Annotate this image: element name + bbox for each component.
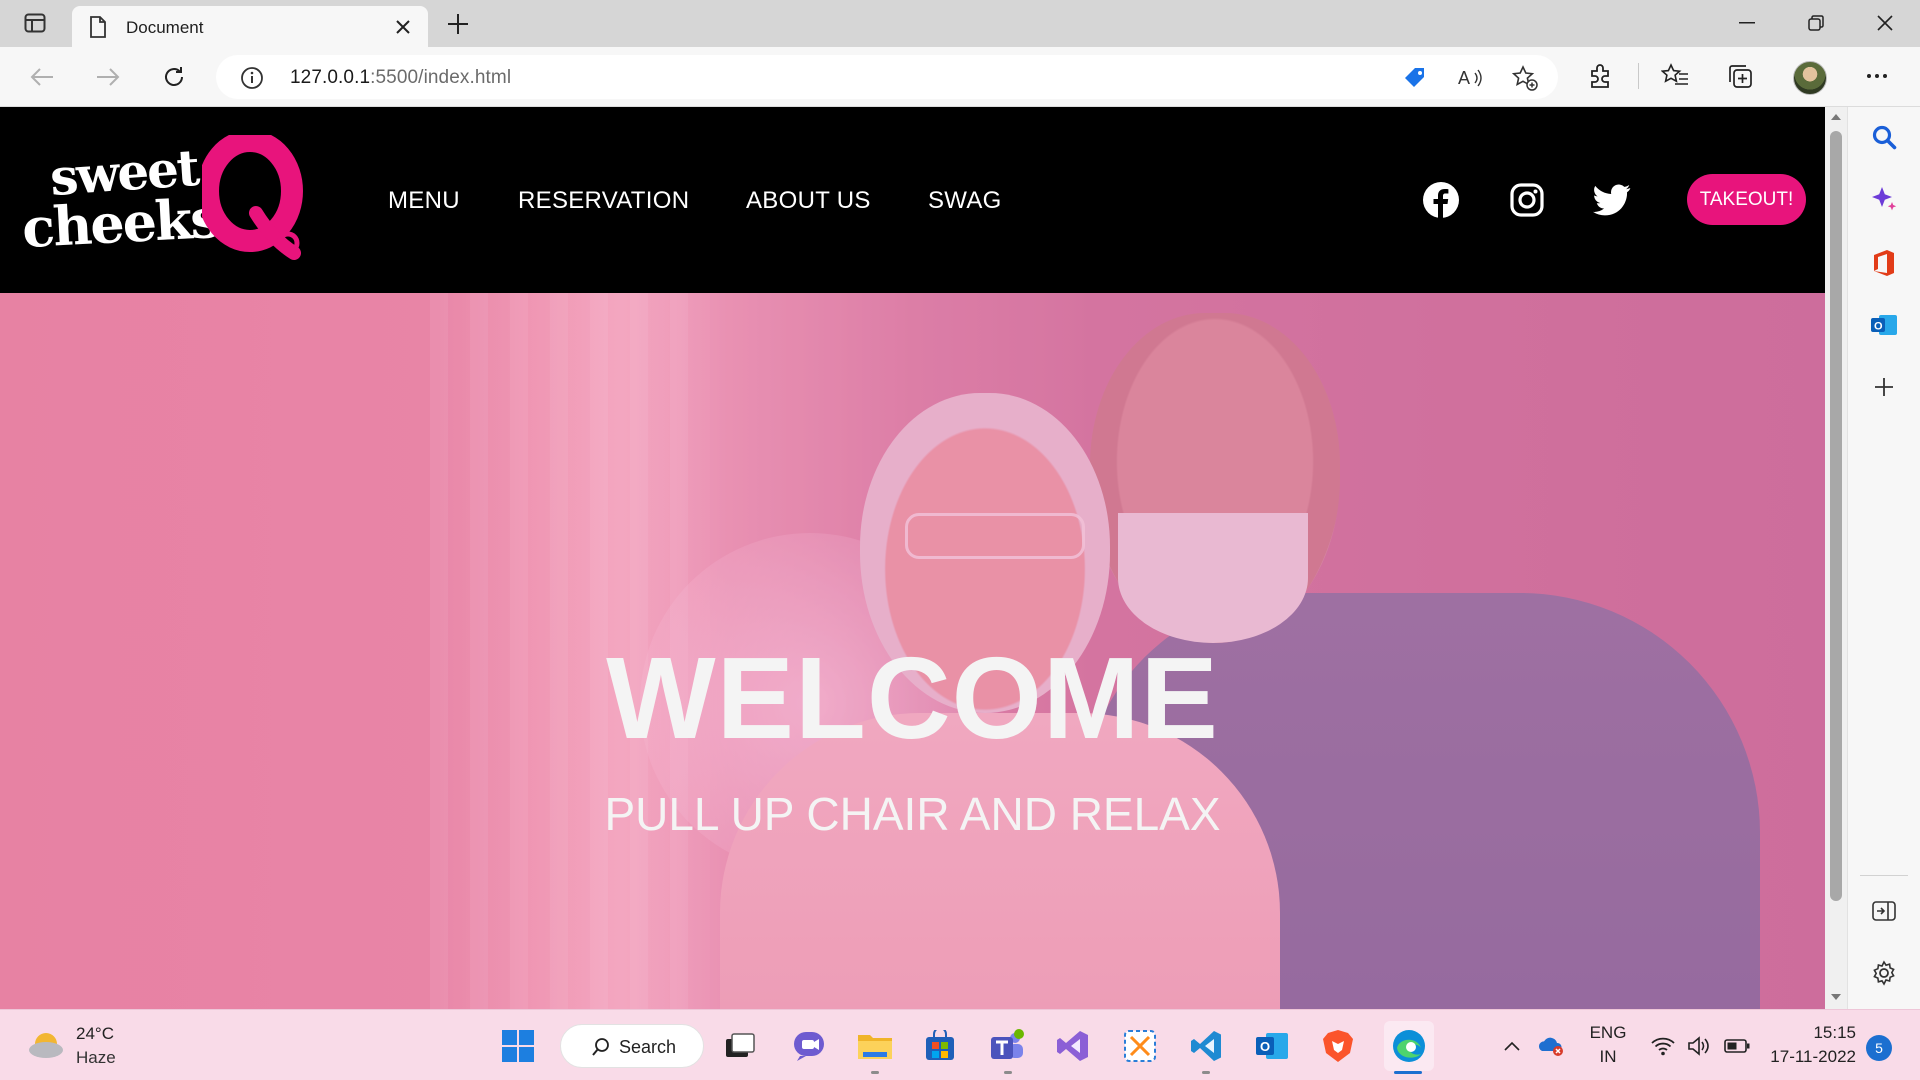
windows-taskbar: 24°C Haze Search O ENG IN 15:15 17-11-20… <box>0 1009 1920 1080</box>
outlook-taskbar-icon[interactable]: O <box>1252 1026 1292 1066</box>
new-tab-button[interactable] <box>443 9 473 39</box>
twitter-icon[interactable] <box>1592 180 1632 220</box>
battery-icon[interactable] <box>1720 1026 1754 1066</box>
toolbar-separator <box>1638 63 1639 89</box>
svg-text:A: A <box>1458 68 1470 88</box>
taskbar-search-icon <box>592 1038 609 1056</box>
weather-widget[interactable]: 24°C Haze <box>28 1022 128 1070</box>
brave-browser-icon[interactable] <box>1318 1026 1358 1066</box>
shopping-tag-icon[interactable] <box>1402 65 1428 91</box>
more-options-icon[interactable] <box>1862 61 1892 91</box>
visual-studio-icon[interactable] <box>1053 1026 1093 1066</box>
read-aloud-icon[interactable]: A <box>1458 65 1484 91</box>
teams-icon[interactable] <box>987 1026 1027 1066</box>
tab-title: Document <box>126 18 204 37</box>
notification-badge[interactable]: 5 <box>1866 1035 1892 1061</box>
clock-date[interactable]: 17-11-2022 <box>1766 1047 1856 1067</box>
task-view-icon[interactable] <box>720 1026 760 1066</box>
nav-menu[interactable]: MENU <box>388 187 460 215</box>
edge-sidebar: O <box>1847 107 1920 1009</box>
forward-arrow-icon[interactable] <box>92 61 124 93</box>
onedrive-error-icon[interactable] <box>1536 1026 1566 1066</box>
teams-running-indicator <box>1004 1071 1012 1074</box>
sidebar-separator <box>1860 875 1908 876</box>
url-path: :5500/index.html <box>370 67 512 88</box>
page-scrollbar[interactable] <box>1825 107 1847 1009</box>
site-info-icon[interactable] <box>240 66 264 95</box>
vscode-running-indicator <box>1202 1071 1210 1074</box>
scrollbar-thumb[interactable] <box>1830 131 1842 901</box>
add-sidebar-app-icon[interactable] <box>1868 371 1900 403</box>
page-viewport: sweet cheeks MENU RESERVATION ABOUT US S… <box>0 107 1825 1009</box>
edge-active-indicator <box>1394 1071 1422 1074</box>
show-hidden-icons-icon[interactable] <box>1500 1026 1524 1066</box>
snipping-tool-icon[interactable] <box>1120 1026 1160 1066</box>
url-host: 127.0.0.1 <box>290 67 371 88</box>
scroll-down-icon[interactable] <box>1830 991 1842 1003</box>
browser-toolbar: 127.0.0.1:5500/index.html A <box>0 47 1920 107</box>
collections-icon[interactable] <box>1725 61 1755 91</box>
browser-tab-strip: Document <box>0 0 1920 47</box>
weather-temperature: 24°C <box>76 1024 114 1043</box>
tab-actions-icon[interactable] <box>20 10 50 36</box>
svg-text:O: O <box>1260 1039 1270 1054</box>
settings-gear-icon[interactable] <box>1868 957 1900 989</box>
hero-subtitle: PULL UP CHAIR AND RELAX <box>604 788 1221 840</box>
hide-sidebar-icon[interactable] <box>1868 895 1900 927</box>
search-icon[interactable] <box>1868 121 1900 153</box>
profile-avatar[interactable] <box>1793 61 1827 95</box>
discover-sparkle-icon[interactable] <box>1868 183 1900 215</box>
edge-browser-icon[interactable] <box>1384 1021 1434 1071</box>
favorites-icon[interactable] <box>1660 61 1690 91</box>
page-icon <box>89 16 107 43</box>
weather-condition: Haze <box>76 1048 116 1067</box>
language-line-2[interactable]: IN <box>1584 1047 1632 1067</box>
minimize-icon[interactable] <box>1722 8 1772 38</box>
add-favorite-icon[interactable] <box>1512 65 1538 91</box>
nav-swag[interactable]: SWAG <box>928 187 1002 215</box>
windows-start-icon[interactable] <box>498 1026 538 1066</box>
close-window-icon[interactable] <box>1860 8 1910 38</box>
wifi-icon[interactable] <box>1648 1026 1678 1066</box>
office-icon[interactable] <box>1868 247 1900 279</box>
refresh-icon[interactable] <box>158 61 190 93</box>
close-tab-icon[interactable] <box>392 16 414 38</box>
taskbar-search-label: Search <box>619 1037 677 1057</box>
scroll-up-icon[interactable] <box>1830 111 1842 123</box>
svg-text:O: O <box>1874 321 1883 333</box>
taskbar-search[interactable]: Search <box>560 1024 704 1068</box>
language-line-1[interactable]: ENG <box>1584 1023 1632 1043</box>
hero-title: WELCOME <box>606 633 1219 763</box>
microsoft-store-icon[interactable] <box>920 1026 960 1066</box>
active-tab[interactable]: Document <box>72 6 428 47</box>
address-bar[interactable]: 127.0.0.1:5500/index.html A <box>216 55 1558 99</box>
restore-icon[interactable] <box>1791 8 1841 38</box>
hero-banner: WELCOME PULL UP CHAIR AND RELAX <box>0 293 1825 1009</box>
takeout-button[interactable]: TAKEOUT! <box>1687 174 1806 225</box>
logo-q-mark <box>202 135 303 260</box>
logo-line-2: cheeks <box>20 185 221 261</box>
site-logo[interactable]: sweet cheeks <box>20 135 312 273</box>
file-explorer-running-indicator <box>871 1071 879 1074</box>
teams-chat-icon[interactable] <box>789 1026 829 1066</box>
instagram-icon[interactable] <box>1507 180 1547 220</box>
extensions-icon[interactable] <box>1585 61 1615 91</box>
file-explorer-icon[interactable] <box>855 1026 895 1066</box>
haze-weather-icon <box>29 1033 63 1058</box>
url-text[interactable]: 127.0.0.1:5500/index.html <box>290 67 511 89</box>
back-arrow-icon[interactable] <box>26 61 58 93</box>
outlook-icon[interactable]: O <box>1868 309 1900 341</box>
site-header: sweet cheeks MENU RESERVATION ABOUT US S… <box>0 107 1825 293</box>
vscode-icon[interactable] <box>1186 1026 1226 1066</box>
nav-about-us[interactable]: ABOUT US <box>746 187 871 215</box>
nav-reservation[interactable]: RESERVATION <box>518 187 689 215</box>
clock-time[interactable]: 15:15 <box>1776 1023 1856 1043</box>
facebook-icon[interactable] <box>1421 180 1461 220</box>
volume-icon[interactable] <box>1684 1026 1714 1066</box>
